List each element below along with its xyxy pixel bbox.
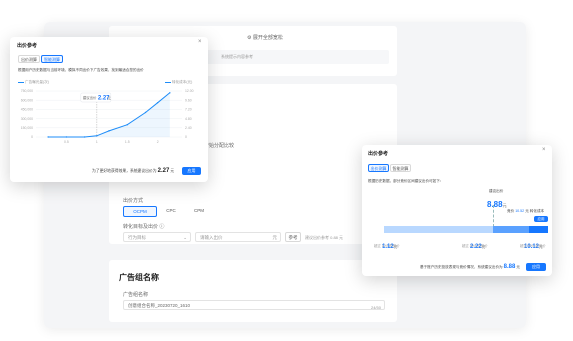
y-tick-left: 0 xyxy=(31,135,33,139)
marker-line xyxy=(493,205,494,227)
side-info: 竞价 10.52 元 转化成本 xyxy=(507,209,545,213)
ad-group-label: 广告组名称 xyxy=(123,292,149,298)
gear-icon: ⚙ xyxy=(247,35,252,41)
tab-smart-calc[interactable]: 智能测算 xyxy=(41,55,63,63)
expand-all-link[interactable]: ⚙ 展开全部宽松 xyxy=(247,34,283,41)
legend-right: 转化成本(元) xyxy=(165,80,192,85)
x-tick: 1.5 xyxy=(125,140,130,144)
y-tick-left: 750,000 xyxy=(21,89,33,93)
close-icon[interactable]: × xyxy=(198,39,202,45)
range-caption-low: 超过 10% 的竞价 xyxy=(374,244,400,248)
tab-smart-calc-right[interactable]: 智能测算 xyxy=(390,164,411,172)
price-unit: 元 xyxy=(272,235,278,240)
y-tick-left: 600,000 xyxy=(21,98,33,102)
data-point xyxy=(47,136,49,138)
range-bar-mid xyxy=(493,226,529,233)
bid-method-cpc[interactable]: CPC xyxy=(157,206,185,217)
y-tick-right: 9.60 xyxy=(185,98,192,102)
dialog-title: 出价参考 xyxy=(17,43,38,49)
bid-method-label: 出价方式 xyxy=(123,198,144,204)
data-point xyxy=(169,92,171,94)
conversion-label: 转化目标及出价 ⓘ xyxy=(123,224,165,230)
chevron-down-icon: ⌄ xyxy=(183,235,187,240)
ad-group-input[interactable]: 创意组合名称_20230720_1610 24/50 xyxy=(123,300,385,310)
data-point xyxy=(126,124,128,126)
y-tick-right: 4.80 xyxy=(185,117,192,121)
tab-bid-calc[interactable]: 出价测算 xyxy=(18,55,40,63)
bid-reference-dialog-right: 出价参考 × 出价测算 智能测算 根据历史数据，部分竞价区间建议出价可如下： 建… xyxy=(362,145,552,276)
marker-value: 8.88元 xyxy=(487,200,507,209)
data-point xyxy=(96,135,98,137)
data-point xyxy=(65,136,68,138)
conversion-select[interactable]: 行为目标 ⌄ xyxy=(123,232,191,242)
footer-text: 为了更好地获得效果，系统建议出价为 2.27 元 xyxy=(92,168,175,174)
tooltip-label: 建议出价 xyxy=(83,95,97,100)
bid-method-cpm[interactable]: CPM xyxy=(185,206,213,217)
dialog-question-right: 根据历史数据，部分竞价区间建议出价可如下： xyxy=(368,179,444,183)
close-icon-right[interactable]: × xyxy=(542,147,546,153)
y-tick-right: 7.20 xyxy=(185,108,192,112)
y-tick-right: 2.40 xyxy=(185,126,192,130)
side-apply-button[interactable]: 应用 xyxy=(534,216,548,222)
range-caption-high: 超过 90% 的竞价 xyxy=(520,244,546,248)
tooltip-unit: 元 xyxy=(107,97,111,101)
data-point xyxy=(108,130,110,132)
ad-group-panel: 广告组名称 广告组名称 创意组合名称_20230720_1610 24/50 xyxy=(109,260,397,322)
dialog-question: 根据用户历史数据与当前环境，模拟不同出价下广告效果，找到最适合您的出价 xyxy=(18,68,144,72)
bid-chart: 750,000 12.00 600,000 9.60 450,000 7.20 300,00… xyxy=(21,89,194,144)
y-tick-right: 12.00 xyxy=(185,89,194,93)
x-tick: 0.5 xyxy=(64,140,69,144)
y-tick-left: 300,000 xyxy=(21,117,33,121)
footer-value: 2.27 xyxy=(157,168,170,174)
footer-text-right: 基于账户历史投放表现与竞价情况，系统建议出价为 8.88 元 xyxy=(420,264,520,270)
price-input[interactable]: 请输入出价 元 xyxy=(195,232,281,242)
data-point xyxy=(83,136,86,138)
data-point xyxy=(156,101,159,104)
legend-left: 广告曝光量(次) xyxy=(18,80,49,85)
dialog-title-right: 出价参考 xyxy=(368,151,389,157)
x-tick: 1 xyxy=(96,140,98,144)
apply-button[interactable]: 应用 xyxy=(182,167,201,175)
y-tick-left: 150,000 xyxy=(21,126,33,130)
tab-bid-calc-right[interactable]: 出价测算 xyxy=(368,164,389,172)
data-point xyxy=(144,111,147,114)
bid-reference-dialog-left: 出价参考 × 出价测算 智能测算 根据用户历史数据与当前环境，模拟不同出价下广告… xyxy=(10,37,208,182)
info-icon: ⓘ xyxy=(159,224,165,230)
section-label: 开始分配比较 xyxy=(204,143,235,149)
ad-group-counter: 24/50 xyxy=(370,305,381,310)
footer-value-right: 8.88 xyxy=(503,264,516,270)
apply-button-right[interactable]: 应用 xyxy=(526,263,546,271)
ad-group-title: 广告组名称 xyxy=(119,273,159,282)
hint-text: 系统提示内容参考 xyxy=(221,54,253,59)
x-tick: 2 xyxy=(157,140,159,144)
reference-button[interactable]: 参考 xyxy=(285,232,301,242)
reference-hint: 建议出价参考 0.88 元 xyxy=(305,235,344,240)
range-caption-mid: 超过 40% 的竞价 xyxy=(462,244,488,248)
y-tick-right: 0 xyxy=(185,135,187,139)
y-tick-left: 450,000 xyxy=(21,108,33,112)
bid-method-ocpm[interactable]: OCPM xyxy=(123,206,157,217)
